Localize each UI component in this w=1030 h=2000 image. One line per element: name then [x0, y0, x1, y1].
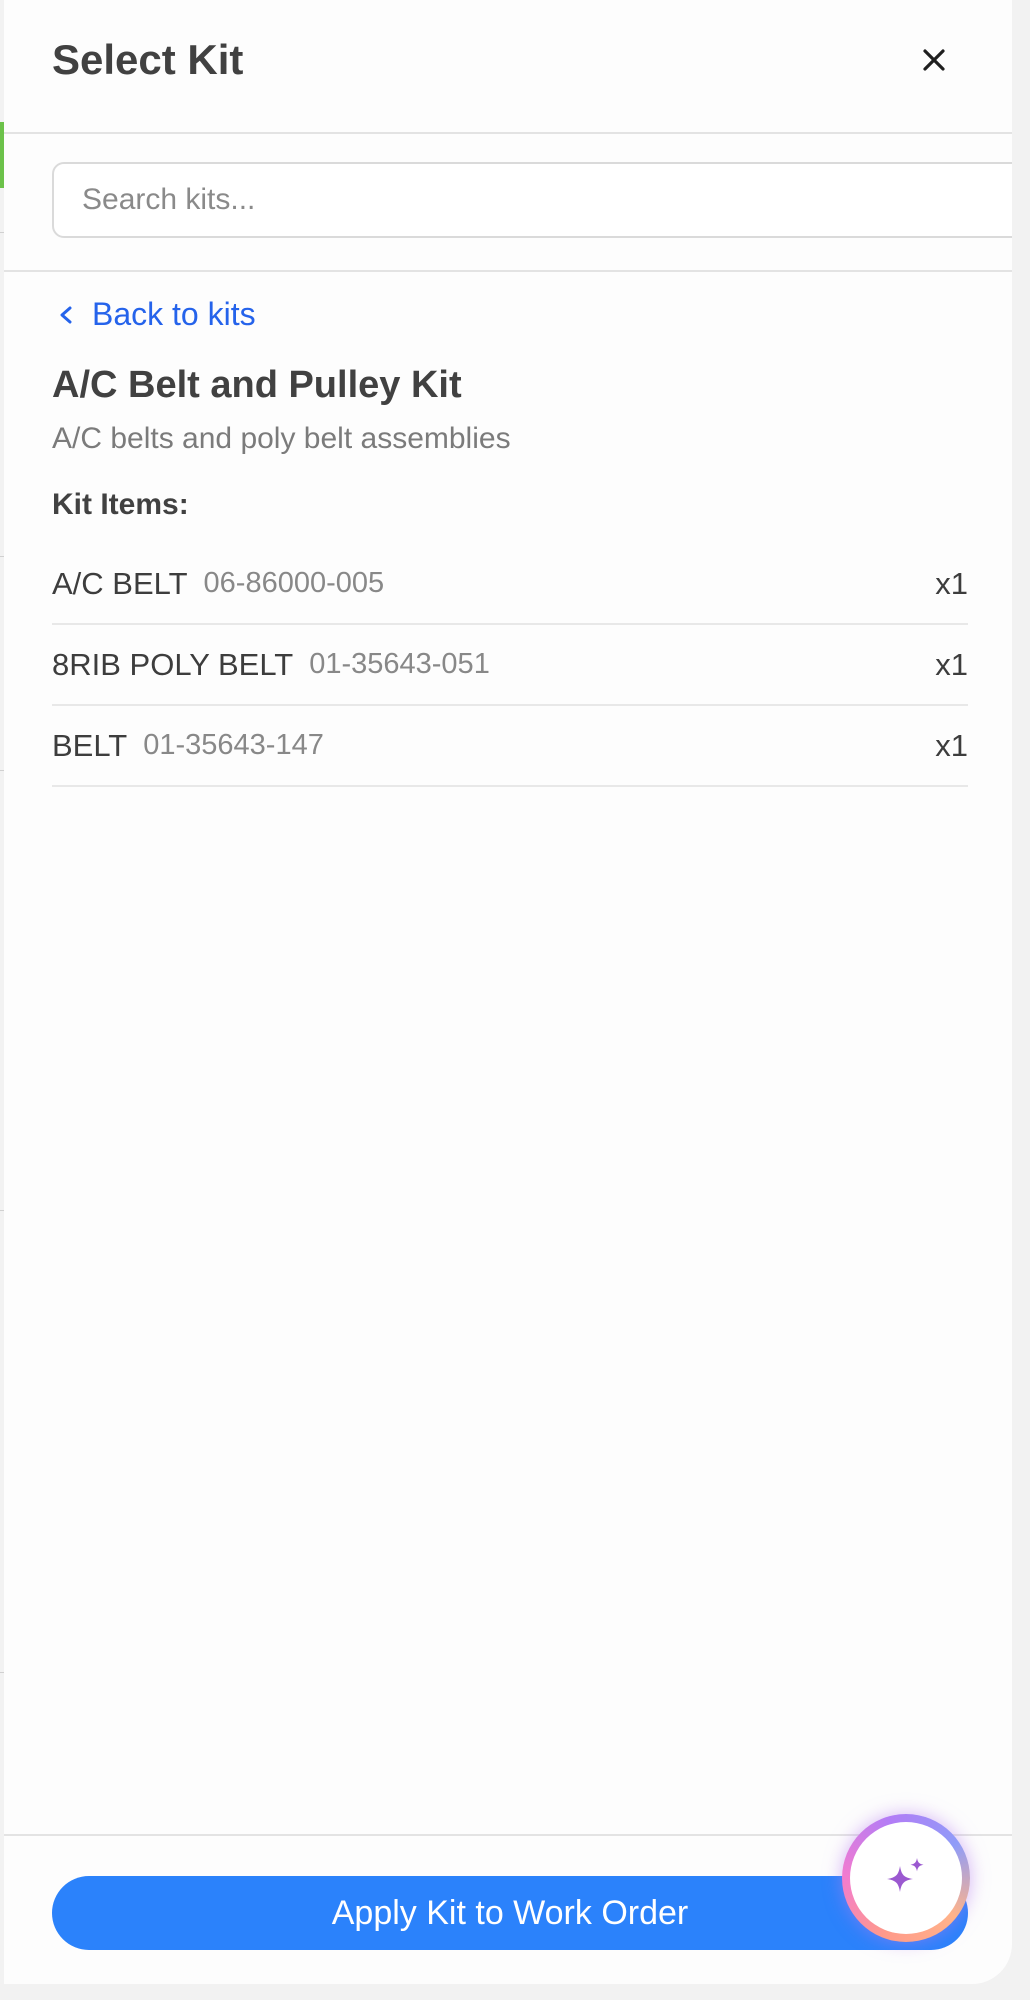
- apply-kit-button[interactable]: Apply Kit to Work Order: [52, 1876, 968, 1950]
- kit-item-part-number: 06-86000-005: [203, 567, 385, 599]
- back-link-label: Back to kits: [92, 296, 256, 332]
- kit-item-row: 8RIB POLY BELT 01-35643-051 x1: [52, 625, 968, 706]
- kit-items-list: A/C BELT 06-86000-005 x1 8RIB POLY BELT …: [52, 544, 968, 787]
- kit-item-name: A/C BELT: [52, 565, 188, 601]
- kit-item-quantity: x1: [935, 646, 968, 682]
- select-kit-panel: Select Kit Back to kits A/C Belt and Pul…: [4, 0, 1012, 1984]
- kit-item-row: A/C BELT 06-86000-005 x1: [52, 544, 968, 625]
- close-button[interactable]: [912, 38, 956, 82]
- panel-title: Select Kit: [52, 36, 244, 83]
- kit-item-name: BELT: [52, 727, 128, 763]
- kit-item-quantity: x1: [935, 727, 968, 763]
- kit-description: A/C belts and poly belt assemblies: [52, 422, 511, 455]
- ai-assistant-button[interactable]: [842, 1814, 970, 1942]
- kit-item-part-number: 01-35643-147: [143, 729, 324, 761]
- kit-item-quantity: x1: [935, 565, 968, 601]
- sparkle-icon: [887, 1858, 924, 1892]
- back-to-kits-link[interactable]: Back to kits: [56, 296, 256, 333]
- kit-name: A/C Belt and Pulley Kit: [52, 364, 462, 406]
- kit-item-part-number: 01-35643-051: [309, 648, 490, 680]
- kit-item-name: 8RIB POLY BELT: [52, 646, 294, 682]
- close-icon: [923, 49, 945, 71]
- search-input[interactable]: [52, 162, 1012, 238]
- panel-header: Select Kit: [4, 0, 1012, 134]
- kit-items-heading: Kit Items:: [52, 488, 189, 521]
- ai-assistant-button-face: [850, 1822, 962, 1934]
- kit-item-row: BELT 01-35643-147 x1: [52, 706, 968, 787]
- chevron-left-icon: [60, 306, 72, 323]
- search-section: [4, 134, 1012, 272]
